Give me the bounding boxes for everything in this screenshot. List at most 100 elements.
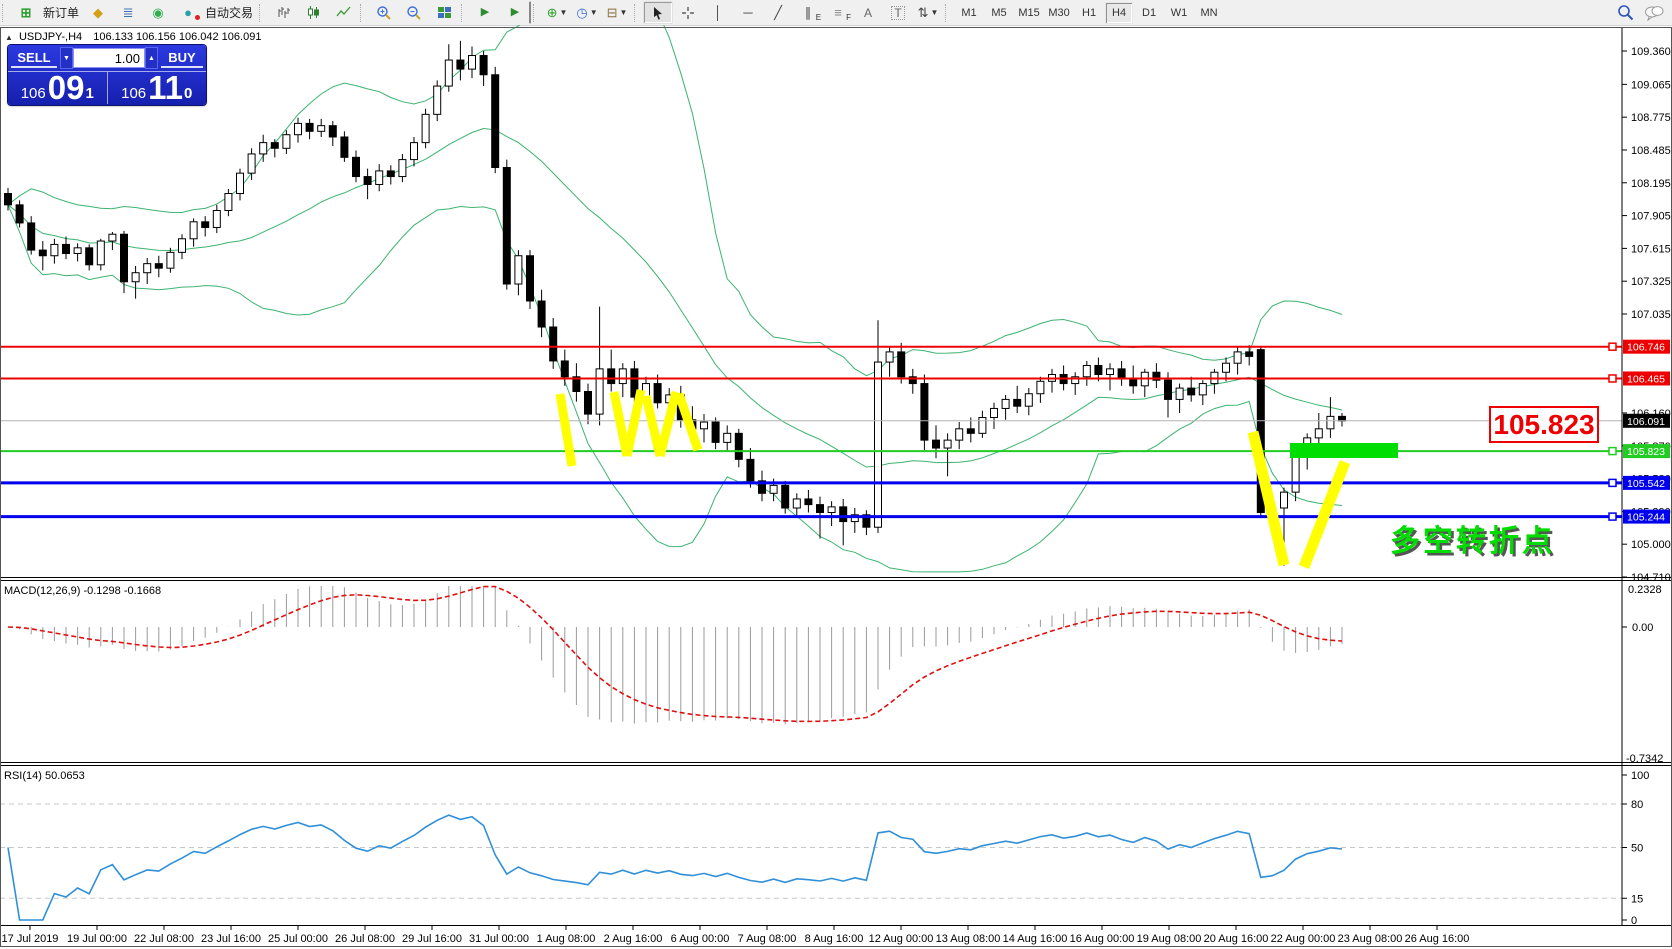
toolbar-grip[interactable] — [533, 4, 538, 22]
buy-button[interactable]: BUY — [161, 50, 203, 68]
time-axis[interactable]: 17 Jul 201919 Jul 00:0022 Jul 08:0023 Ju… — [2, 925, 1470, 945]
indicators-button[interactable]: ⊕ ▼ — [542, 1, 572, 24]
volume-increase-button[interactable]: ▲ — [145, 47, 158, 69]
price-tick-label: 108.775 — [1631, 112, 1671, 124]
horizontal-line-icon: ─ — [743, 6, 752, 19]
timeframe-button-h1[interactable]: H1 — [1075, 2, 1103, 24]
price-callout-text: 105.823 — [1493, 409, 1594, 440]
bollinger-upper-band — [8, 25, 1342, 376]
timeframe-button-h4[interactable]: H4 — [1105, 2, 1133, 24]
yellow-annotation-stroke[interactable] — [560, 394, 572, 466]
text-label-button[interactable]: T — [883, 1, 913, 24]
crosshair-button[interactable] — [673, 1, 703, 24]
line-handle[interactable] — [1609, 448, 1616, 455]
toolbar-grip[interactable] — [945, 4, 950, 22]
candle-body — [109, 234, 116, 241]
candle-body — [387, 171, 394, 177]
sell-price-sup: 1 — [85, 86, 93, 101]
sell-price[interactable]: 106 09 1 — [8, 72, 108, 104]
price-tag-label: 106.465 — [1627, 373, 1665, 385]
candle-body — [944, 440, 951, 448]
timeframe-button-m5[interactable]: M5 — [985, 2, 1013, 24]
autotrading-button[interactable]: ● — [173, 1, 203, 24]
zoom-in-button[interactable] — [369, 1, 399, 24]
timeframe-button-mn[interactable]: MN — [1195, 2, 1223, 24]
candle-body — [608, 369, 615, 384]
chart-canvas[interactable]: MACD(12,26,9) -0.1298 -0.1668 RSI(14) 50… — [0, 25, 1672, 949]
templates-button[interactable]: ⊟ ▼ — [602, 1, 632, 24]
toolbar-grip[interactable] — [634, 4, 639, 22]
price-tick-label: 107.325 — [1631, 276, 1671, 288]
fibonacci-button[interactable]: ≡ F — [823, 1, 853, 24]
yellow-annotation-stroke[interactable] — [1304, 462, 1345, 567]
chart-shift-button[interactable]: ▶ — [500, 1, 531, 24]
new-order-label[interactable]: 新订单 — [43, 4, 79, 21]
auto-scroll-button[interactable]: ▶ — [470, 1, 500, 24]
candle-body — [74, 248, 81, 254]
market-watch-button[interactable]: ≣ — [113, 1, 143, 24]
quotes-button[interactable]: ◆ — [83, 1, 113, 24]
buy-price[interactable]: 106 11 0 — [108, 72, 207, 104]
buy-price-main: 106 — [121, 86, 146, 101]
chat-icon[interactable] — [1644, 5, 1664, 21]
green-highlight-box[interactable] — [1290, 443, 1398, 458]
candle-body — [991, 408, 998, 417]
candle-body — [585, 391, 592, 414]
new-order-icon: ⊞ — [21, 6, 32, 19]
candle-body — [364, 177, 371, 185]
timeframe-button-m1[interactable]: M1 — [955, 2, 983, 24]
candle-body — [469, 56, 476, 70]
time-tick-label: 13 Aug 08:00 — [936, 933, 1001, 945]
toolbar-grip[interactable] — [360, 4, 365, 22]
new-order-button[interactable]: ⊞ — [11, 1, 41, 24]
candle-body — [561, 361, 568, 377]
candle-body — [956, 429, 963, 440]
market-watch-icon: ≣ — [123, 6, 134, 19]
toolbar-grip[interactable] — [461, 4, 466, 22]
rsi-tick-label: 80 — [1631, 799, 1643, 811]
time-tick-label: 26 Jul 08:00 — [335, 933, 395, 945]
timeframe-button-d1[interactable]: D1 — [1135, 2, 1163, 24]
tile-windows-button[interactable] — [429, 1, 459, 24]
collapse-icon[interactable]: ▲ — [5, 33, 13, 42]
bar-chart-button[interactable] — [268, 1, 298, 24]
rsi-tick-label: 50 — [1631, 843, 1643, 855]
line-handle[interactable] — [1609, 375, 1616, 382]
text-button[interactable]: A — [853, 1, 883, 24]
horizontal-line-button[interactable]: ─ — [733, 1, 763, 24]
line-handle[interactable] — [1609, 479, 1616, 486]
periods-button[interactable]: ◷ ▼ — [572, 1, 602, 24]
toolbar-grip[interactable] — [2, 4, 7, 22]
candle-body — [248, 154, 255, 173]
trendline-button[interactable]: ╱ — [763, 1, 793, 24]
line-chart-button[interactable] — [328, 1, 358, 24]
volume-decrease-button[interactable]: ▼ — [60, 47, 73, 69]
rsi-line — [8, 815, 1342, 920]
candle-body — [411, 143, 418, 160]
time-tick-label: 1 Aug 08:00 — [537, 933, 596, 945]
arrows-button[interactable]: ⇅ ▼ — [913, 1, 943, 24]
signals-button[interactable]: ◉ — [143, 1, 173, 24]
candle-body — [1130, 379, 1137, 386]
search-icon[interactable] — [1617, 4, 1634, 21]
turning-point-text[interactable]: 多空转折点 — [1390, 525, 1555, 558]
candle-body — [237, 173, 244, 193]
bollinger-bands — [8, 25, 1342, 572]
toolbar-grip[interactable] — [259, 4, 264, 22]
timeframe-button-m30[interactable]: M30 — [1045, 2, 1073, 24]
timeframe-button-w1[interactable]: W1 — [1165, 2, 1193, 24]
vertical-line-button[interactable]: │ — [703, 1, 733, 24]
channel-letter: E — [816, 13, 821, 22]
time-tick-label: 31 Jul 00:00 — [469, 933, 529, 945]
zoom-out-button[interactable] — [399, 1, 429, 24]
line-handle[interactable] — [1609, 343, 1616, 350]
volume-input[interactable] — [73, 48, 145, 68]
candlestick-chart-button[interactable] — [298, 1, 328, 24]
sell-button[interactable]: SELL — [11, 50, 57, 68]
timeframe-button-m15[interactable]: M15 — [1015, 2, 1043, 24]
channel-button[interactable]: ∥ E — [793, 1, 823, 24]
chart-shift-icon: ▶ — [511, 7, 519, 18]
line-handle[interactable] — [1609, 513, 1616, 520]
cursor-button[interactable] — [643, 1, 673, 24]
autotrading-label[interactable]: 自动交易 — [205, 4, 253, 21]
